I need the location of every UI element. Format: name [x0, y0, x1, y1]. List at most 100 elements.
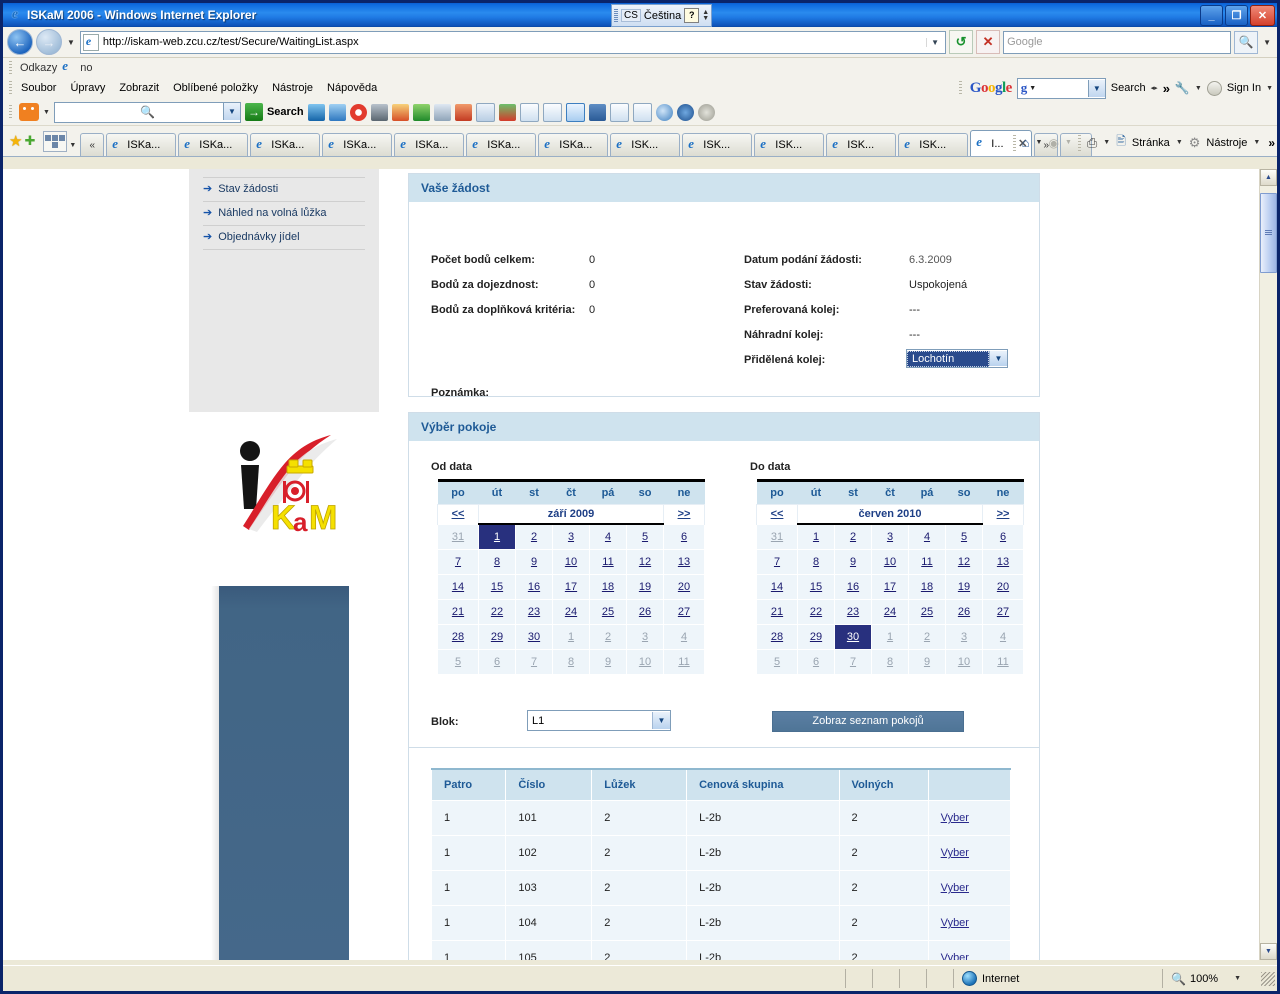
- calendar-day-link[interactable]: 13: [997, 556, 1009, 568]
- calendar-day-link[interactable]: 28: [452, 631, 464, 643]
- tab-11[interactable]: ISK...: [826, 133, 897, 156]
- calendar-day-cell[interactable]: 31: [756, 523, 798, 550]
- calendar-day-link[interactable]: 11: [678, 656, 689, 668]
- calendar-day-link[interactable]: 31: [452, 531, 464, 543]
- calendar-day-link[interactable]: 11: [602, 556, 613, 568]
- tab-1[interactable]: ISKa...: [106, 133, 177, 156]
- menu-item-zobrazit[interactable]: Zobrazit: [119, 82, 159, 94]
- calendar-day-cell[interactable]: 20: [663, 574, 705, 600]
- calendar-day-link[interactable]: 4: [605, 531, 611, 543]
- menu-item-napoveda[interactable]: Nápověda: [327, 82, 377, 94]
- calendar-day-cell[interactable]: 21: [756, 599, 798, 625]
- feeds-chevron-icon[interactable]: ▼: [1065, 139, 1072, 146]
- quick-tabs-button[interactable]: [43, 131, 68, 152]
- bookmark-icon[interactable]: [498, 103, 516, 121]
- page-icon[interactable]: [519, 102, 539, 122]
- rss-feed-icon[interactable]: ◉: [1048, 136, 1058, 150]
- green-recycle-icon[interactable]: [412, 103, 430, 121]
- calendar-day-link[interactable]: 26: [958, 606, 970, 618]
- settings-icon[interactable]: [697, 103, 715, 121]
- calendar-day-link[interactable]: 2: [924, 631, 930, 643]
- calendar-day-cell[interactable]: 20: [982, 574, 1024, 600]
- calendar-day-link[interactable]: 8: [887, 656, 893, 668]
- calendar-day-cell[interactable]: 27: [663, 599, 705, 625]
- media-icon[interactable]: [565, 102, 585, 122]
- calendar-day-link[interactable]: 9: [605, 656, 611, 668]
- cell-action[interactable]: Vyber: [927, 835, 1012, 871]
- google-search-input[interactable]: g ▼ ▼: [1016, 77, 1106, 99]
- calendar-day-link[interactable]: 29: [491, 631, 503, 643]
- select-room-link[interactable]: Vyber: [941, 952, 969, 960]
- calendar-day-link[interactable]: 30: [847, 631, 859, 643]
- calendar-day-link[interactable]: 11: [997, 656, 1008, 668]
- calendar-day-cell[interactable]: 9: [834, 549, 872, 575]
- magnifier-icon[interactable]: [655, 103, 673, 121]
- tab-12[interactable]: ISK...: [898, 133, 969, 156]
- calendar-day-cell[interactable]: 6: [478, 649, 516, 675]
- chevron-down-icon[interactable]: ▼: [652, 712, 670, 729]
- calendar-day-cell[interactable]: 6: [663, 523, 705, 550]
- yahoo-logo-icon[interactable]: [19, 103, 39, 121]
- toolbar-search-button[interactable]: Search: [267, 106, 304, 118]
- calendar-day-cell[interactable]: 29: [797, 624, 835, 650]
- calendar-day-cell[interactable]: 16: [515, 574, 553, 600]
- tab-4[interactable]: ISKa...: [322, 133, 393, 156]
- calendar-day-link[interactable]: 24: [884, 606, 896, 618]
- resize-grip[interactable]: [1261, 971, 1275, 986]
- select-room-link[interactable]: Vyber: [941, 847, 969, 859]
- calendar-day-cell[interactable]: 24: [871, 599, 909, 625]
- calendar-day-link[interactable]: 20: [678, 581, 690, 593]
- calendar-day-cell[interactable]: 5: [626, 523, 664, 550]
- calendar-day-cell[interactable]: 11: [589, 549, 627, 575]
- calendar-day-link[interactable]: 19: [639, 581, 651, 593]
- calendar-day-cell[interactable]: 22: [797, 599, 835, 625]
- calendar-day-cell[interactable]: 4: [982, 624, 1024, 650]
- tab-2[interactable]: ISKa...: [178, 133, 249, 156]
- calendar-day-link[interactable]: 9: [531, 556, 537, 568]
- calendar-day-link[interactable]: 22: [491, 606, 503, 618]
- calendar-day-cell[interactable]: 9: [589, 649, 627, 675]
- calendar-day-cell[interactable]: 2: [908, 624, 946, 650]
- calendar-day-cell[interactable]: 8: [871, 649, 909, 675]
- calendar-day-cell[interactable]: 8: [797, 549, 835, 575]
- calendar-day-cell[interactable]: 3: [945, 624, 983, 650]
- camera-icon[interactable]: [370, 103, 388, 121]
- menu-item-soubor[interactable]: Soubor: [21, 82, 56, 94]
- calendar-day-link[interactable]: 27: [997, 606, 1009, 618]
- calendar-day-cell[interactable]: 26: [626, 599, 664, 625]
- calendar-day-cell[interactable]: 26: [945, 599, 983, 625]
- save-icon[interactable]: [588, 103, 606, 121]
- calendar-day-link[interactable]: 25: [921, 606, 933, 618]
- calendar-day-cell[interactable]: 17: [552, 574, 590, 600]
- clock-icon[interactable]: [433, 103, 451, 121]
- language-bar-grip[interactable]: [614, 8, 618, 23]
- calendar-day-link[interactable]: 16: [528, 581, 540, 593]
- calendar-day-link[interactable]: 6: [681, 531, 687, 543]
- calendar-day-link[interactable]: 1: [813, 531, 819, 543]
- menu-item-oblibene-polozky[interactable]: Oblíbené položky: [173, 82, 258, 94]
- windows-icon[interactable]: [328, 103, 346, 121]
- calendar-day-cell[interactable]: 18: [589, 574, 627, 600]
- calendar-day-cell[interactable]: 19: [626, 574, 664, 600]
- calendar-day-cell[interactable]: 1: [478, 523, 516, 550]
- cell-action[interactable]: Vyber: [927, 905, 1012, 941]
- calendar-day-cell[interactable]: 21: [437, 599, 479, 625]
- calendar-day-link[interactable]: 6: [1000, 531, 1006, 543]
- calendar-day-cell[interactable]: 25: [589, 599, 627, 625]
- google-toolbar-grip[interactable]: [958, 81, 962, 95]
- calendar-day-link[interactable]: 29: [810, 631, 822, 643]
- tools-chevron-icon[interactable]: ▼: [1253, 139, 1260, 146]
- tab-10[interactable]: ISK...: [754, 133, 825, 156]
- print-chevron-icon[interactable]: ▼: [1103, 139, 1110, 146]
- calendar-day-cell[interactable]: 4: [589, 523, 627, 550]
- person-icon[interactable]: [454, 103, 472, 121]
- zoom-control[interactable]: 🔍 100% ▼: [1162, 969, 1257, 988]
- yahoo-chevron-icon[interactable]: ▼: [43, 109, 50, 116]
- zoom-out-icon[interactable]: [632, 102, 652, 122]
- calendar-day-cell[interactable]: 23: [834, 599, 872, 625]
- calendar-day-cell[interactable]: 8: [478, 549, 516, 575]
- calendar-day-cell[interactable]: 4: [663, 624, 705, 650]
- add-favorite-icon[interactable]: ✚: [24, 133, 35, 148]
- calendar-day-link[interactable]: 7: [455, 556, 461, 568]
- calendar-day-cell[interactable]: 2: [589, 624, 627, 650]
